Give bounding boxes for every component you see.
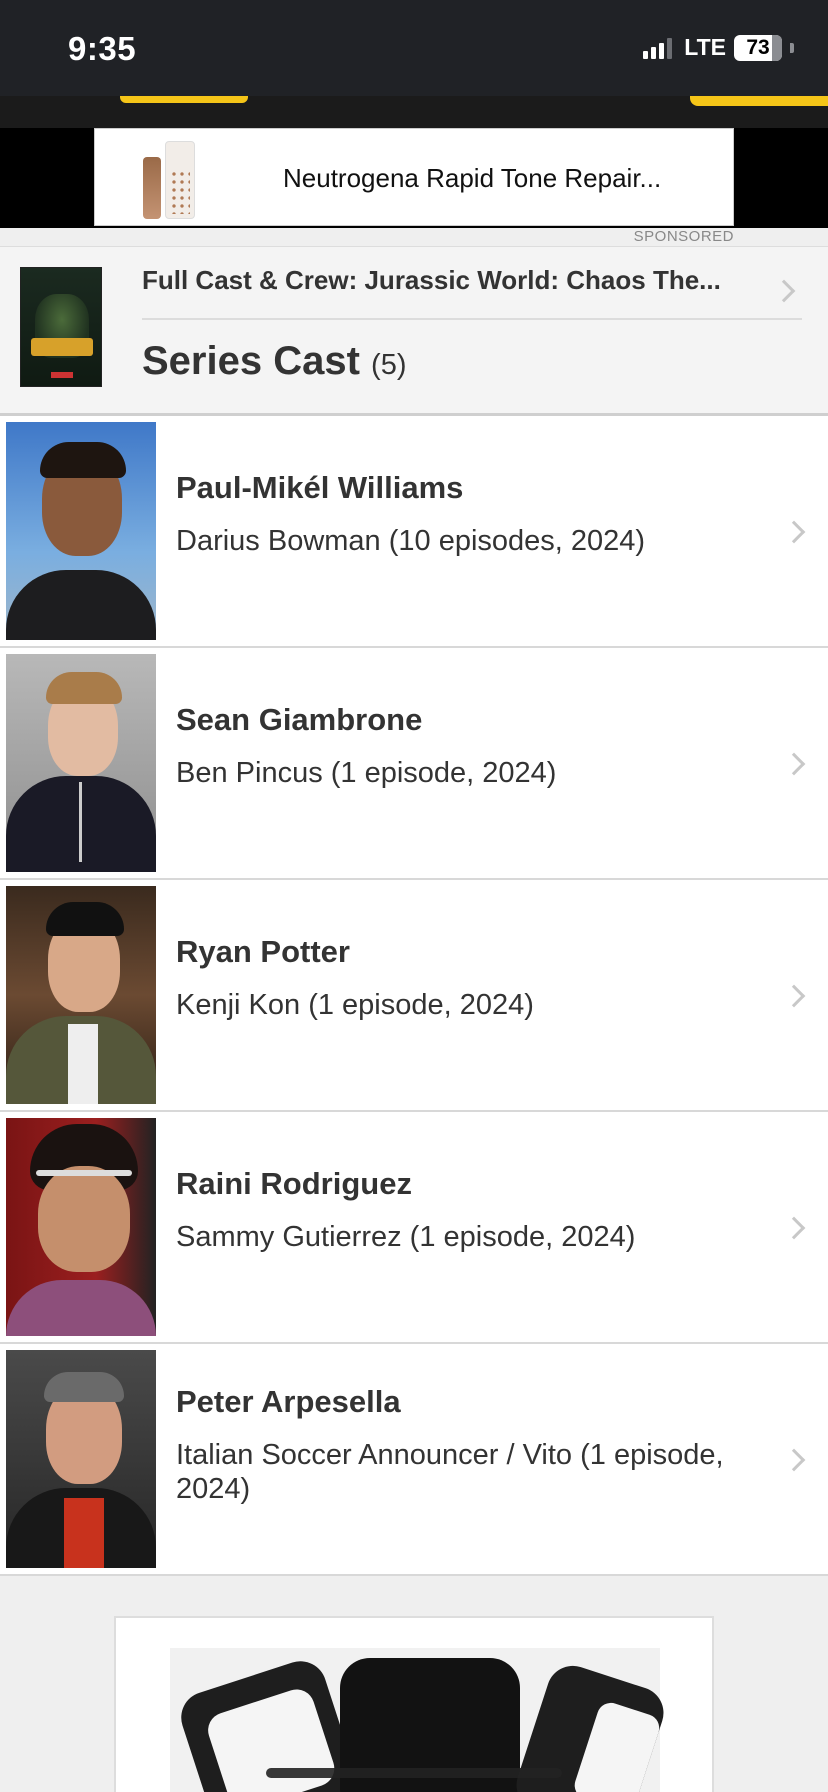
network-label: LTE [684,34,726,60]
actor-name[interactable]: Peter Arpesella [176,1384,401,1420]
home-indicator [266,1768,562,1778]
ad-top-container: Neutrogena Rapid Tone Repair... [0,128,828,228]
actor-photo[interactable] [6,1118,156,1336]
cast-row[interactable]: Sean Giambrone Ben Pincus (1 episode, 20… [0,648,828,880]
status-indicators: LTE 73 [643,34,794,61]
character-role: Kenji Kon (1 episode, 2024) [176,989,534,1021]
ad-top-title[interactable]: Neutrogena Rapid Tone Repair... [283,163,661,194]
ad-top-banner[interactable]: Neutrogena Rapid Tone Repair... [94,128,734,226]
actor-photo[interactable] [6,654,156,872]
actor-photo[interactable] [6,1350,156,1568]
cast-row[interactable]: Raini Rodriguez Sammy Gutierrez (1 episo… [0,1112,828,1344]
header-divider [142,318,802,320]
character-role: Darius Bowman (10 episodes, 2024) [176,525,646,557]
cast-row[interactable]: Ryan Potter Kenji Kon (1 episode, 2024) [0,880,828,1112]
app-navbar [0,96,828,128]
actor-name[interactable]: Raini Rodriguez [176,1166,412,1202]
cast-row[interactable]: Peter Arpesella Italian Soccer Announcer… [0,1344,828,1576]
status-bar: 9:35 LTE 73 [0,0,828,96]
ad-product-image [141,139,201,219]
nav-signin-button[interactable] [690,96,828,106]
ad-bottom-banner[interactable] [114,1616,714,1792]
character-role: Italian Soccer Announcer / Vito (1 episo… [176,1439,724,1505]
cast-header[interactable]: Full Cast & Crew: Jurassic World: Chaos … [0,246,828,416]
battery-icon: 73 [734,34,782,61]
battery-tip [790,42,794,53]
cast-list: Paul-Mikél Williams Darius Bowman (10 ep… [0,416,828,1576]
actor-photo[interactable] [6,422,156,640]
character-role: Ben Pincus (1 episode, 2024) [176,757,557,789]
actor-photo[interactable] [6,886,156,1104]
cast-row[interactable]: Paul-Mikél Williams Darius Bowman (10 ep… [0,416,828,648]
signal-icon [643,37,673,59]
series-poster[interactable] [20,267,102,387]
section-count: (5) [371,349,407,381]
nav-menu-button[interactable] [120,96,248,103]
page-title[interactable]: Full Cast & Crew: Jurassic World: Chaos … [142,265,782,296]
actor-name[interactable]: Sean Giambrone [176,702,422,738]
sponsored-label: SPONSORED [633,228,734,245]
actor-name[interactable]: Ryan Potter [176,934,350,970]
battery-level: 73 [746,35,770,59]
character-role: Sammy Gutierrez (1 episode, 2024) [176,1221,636,1253]
section-label: Series Cast [142,339,360,383]
section-title: Series Cast (5) [142,339,407,384]
actor-name[interactable]: Paul-Mikél Williams [176,470,463,506]
status-time: 9:35 [68,30,137,67]
